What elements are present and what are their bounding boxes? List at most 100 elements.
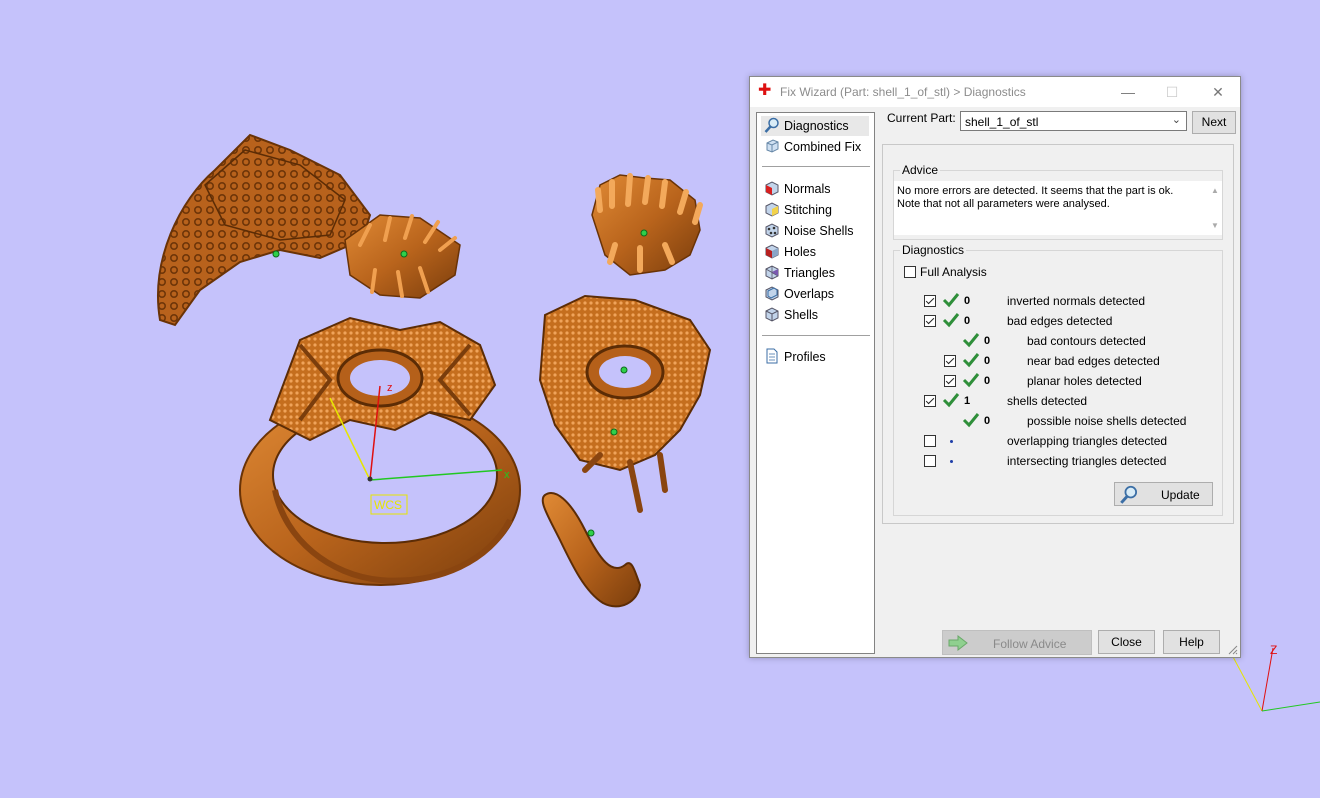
row-checkbox-shells[interactable] (924, 395, 936, 407)
check-icon (962, 373, 980, 388)
nav-item-triangles[interactable]: Triangles (761, 263, 869, 283)
nav-item-label: Triangles (784, 266, 835, 280)
full-analysis-checkbox[interactable] (904, 266, 916, 278)
advice-group: Advice No more errors are detected. It s… (893, 163, 1223, 240)
check-icon (962, 413, 980, 428)
row-checkbox-inverted-normals[interactable] (924, 295, 936, 307)
arrow-right-icon (948, 635, 968, 651)
row-label: near bad edges detected (1027, 354, 1160, 368)
row-checkbox-bad-edges[interactable] (924, 315, 936, 327)
triangles-icon (765, 265, 779, 280)
red-cross-icon: ✚ (758, 82, 772, 99)
document-icon (766, 348, 778, 364)
row-label: bad edges detected (1007, 314, 1113, 328)
nav-item-label: Diagnostics (784, 119, 849, 133)
row-count: 0 (964, 315, 971, 327)
head-part[interactable] (538, 294, 712, 513)
wcs-x-label: x (504, 469, 510, 481)
advice-text: No more errors are detected. It seems th… (897, 185, 1174, 210)
row-checkbox-near-bad-edges[interactable] (944, 355, 956, 367)
nav-item-combined-fix[interactable]: Combined Fix (761, 137, 869, 157)
row-count: 0 (984, 355, 991, 367)
row-count: 0 (984, 415, 991, 427)
chevron-down-icon: ⌄ (1171, 114, 1181, 126)
row-checkbox-overlapping-triangles[interactable] (924, 435, 936, 447)
nav-item-diagnostics[interactable]: Diagnostics (761, 116, 869, 136)
stitching-icon (765, 202, 779, 217)
row-label: overlapping triangles detected (1007, 434, 1168, 448)
row-checkbox-intersecting-triangles[interactable] (924, 455, 936, 467)
advice-text-box[interactable]: No more errors are detected. It seems th… (894, 181, 1222, 235)
nav-item-noise-shells[interactable]: Noise Shells (761, 221, 869, 241)
row-count: 0 (964, 295, 971, 307)
help-button[interactable]: Help (1163, 630, 1220, 654)
nav-separator (762, 166, 870, 167)
corner-axis-indicator: Z (1231, 643, 1320, 712)
nav-item-stitching[interactable]: Stitching (761, 200, 869, 220)
row-count: 0 (984, 335, 991, 347)
follow-advice-button: Follow Advice (942, 630, 1092, 655)
nav-item-label: Noise Shells (784, 224, 854, 238)
nav-item-profiles[interactable]: Profiles (761, 347, 869, 367)
prong-cluster-right[interactable] (591, 173, 703, 276)
advice-scrollbar[interactable]: ▲ ▼ (1208, 181, 1222, 235)
row-label: inverted normals detected (1007, 294, 1146, 308)
check-icon (942, 293, 960, 308)
magnifier-icon (764, 117, 779, 133)
cube-icon (766, 139, 779, 153)
wcs-z-label: z (387, 382, 393, 394)
fix-wizard-dialog[interactable]: ✚ Fix Wizard (Part: shell_1_of_stl) > Di… (749, 76, 1241, 658)
follow-advice-label: Follow Advice (993, 637, 1067, 651)
update-button[interactable]: Update (1114, 482, 1213, 506)
ring-part[interactable] (239, 316, 521, 586)
row-label: bad contours detected (1027, 334, 1146, 348)
nav-item-normals[interactable]: Normals (761, 179, 869, 199)
overlaps-icon (765, 286, 779, 301)
advice-title: Advice (900, 163, 941, 177)
normals-icon (765, 181, 779, 196)
nav-item-shells[interactable]: Shells (761, 305, 869, 325)
nav-item-overlaps[interactable]: Overlaps (761, 284, 869, 304)
nav-item-label: Overlaps (784, 287, 835, 301)
resize-grip-icon[interactable] (1228, 645, 1238, 655)
diagnostics-group: Diagnostics Full Analysis 0 inverted nor… (893, 243, 1223, 516)
nav-item-label: Combined Fix (784, 140, 862, 154)
current-part-select[interactable]: shell_1_of_stl ⌄ (960, 111, 1187, 131)
nav-separator (762, 335, 870, 336)
prong-cluster-left[interactable] (344, 214, 461, 299)
row-count: 0 (984, 375, 991, 387)
nav-item-label: Normals (784, 182, 831, 196)
nav-item-label: Stitching (784, 203, 832, 217)
diagnostics-frame: Advice No more errors are detected. It s… (882, 144, 1234, 524)
noise-shells-icon (765, 223, 779, 238)
row-label: planar holes detected (1027, 374, 1142, 388)
row-checkbox-planar-holes[interactable] (944, 375, 956, 387)
fix-nav-panel: Diagnostics Combined Fix Normals Stitchi… (756, 112, 875, 654)
check-icon (962, 353, 980, 368)
corner-z-label: Z (1270, 643, 1277, 657)
pending-dot-icon (950, 460, 953, 463)
full-analysis-label: Full Analysis (920, 265, 987, 279)
pending-dot-icon (950, 440, 953, 443)
dialog-title: Fix Wizard (Part: shell_1_of_stl) > Diag… (780, 85, 1026, 99)
nav-item-holes[interactable]: Holes (761, 242, 869, 262)
check-icon (962, 333, 980, 348)
minimize-button[interactable]: — (1106, 77, 1150, 107)
current-part-value: shell_1_of_stl (965, 115, 1039, 129)
check-icon (942, 393, 960, 408)
crown-part[interactable] (157, 133, 372, 327)
title-bar[interactable]: ✚ Fix Wizard (Part: shell_1_of_stl) > Di… (750, 77, 1240, 107)
close-button[interactable]: Close (1098, 630, 1155, 654)
row-label: intersecting triangles detected (1007, 454, 1167, 468)
row-count: 1 (964, 395, 971, 407)
hook-part[interactable] (541, 492, 642, 608)
wcs-label: WCS (374, 498, 402, 512)
row-label: possible noise shells detected (1027, 414, 1187, 428)
magnifier-icon (1120, 485, 1138, 504)
diagnostics-title: Diagnostics (900, 243, 967, 257)
nav-item-label: Shells (784, 308, 819, 322)
next-button[interactable]: Next (1192, 111, 1236, 134)
nav-item-label: Profiles (784, 350, 826, 364)
close-window-button[interactable]: ✕ (1196, 77, 1240, 107)
nav-item-label: Holes (784, 245, 816, 259)
